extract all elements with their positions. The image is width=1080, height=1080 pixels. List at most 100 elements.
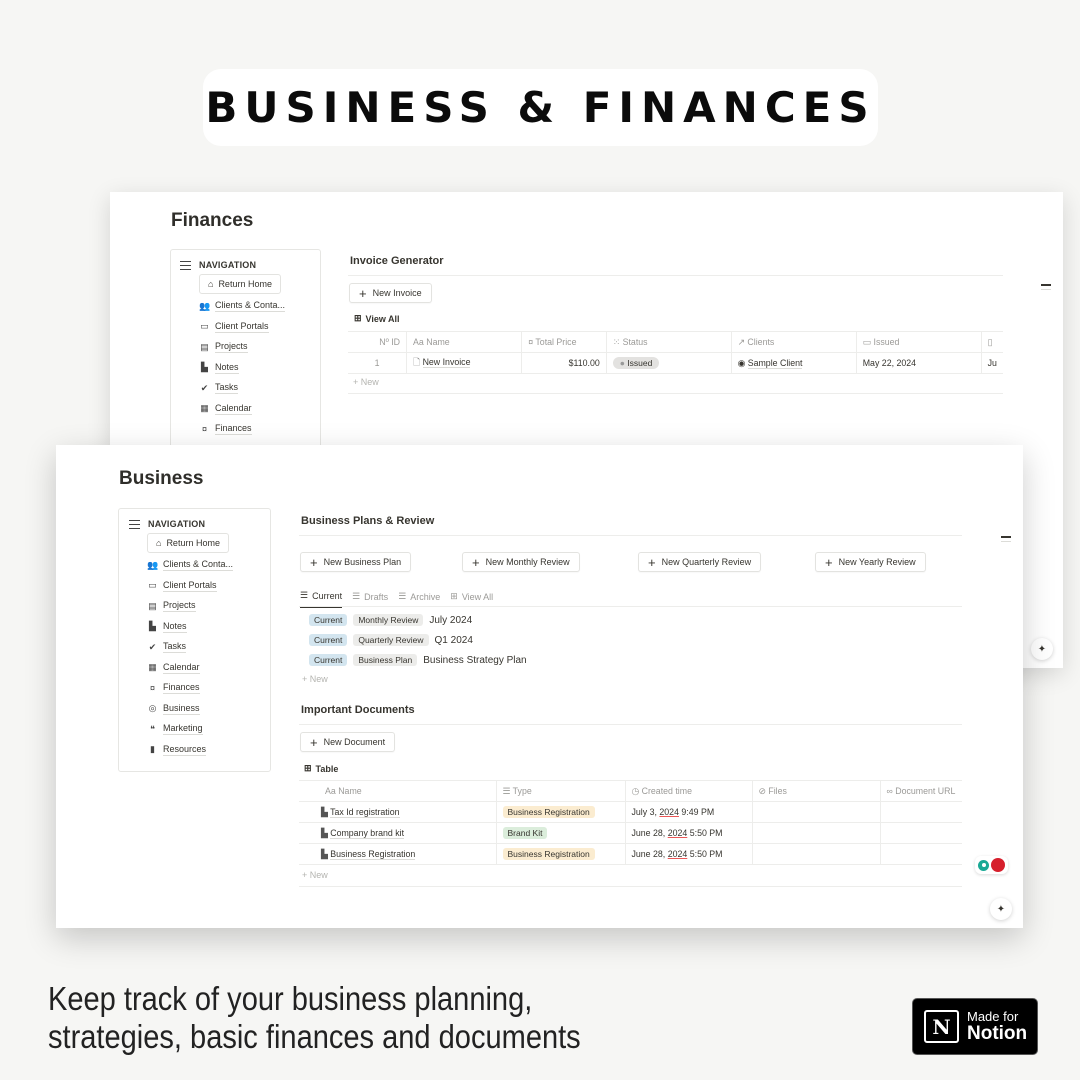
table-row[interactable]: ▙ Business Registration Business Registra… [299, 843, 962, 865]
sidebar-item-label: Client Portals [163, 579, 217, 592]
column-header-status[interactable]: ⁙ Status [606, 331, 732, 353]
new-business-plan-button[interactable]: + New Business Plan [300, 552, 412, 572]
column-header-files[interactable]: ⊘ Files [752, 780, 881, 802]
new-yearly-review-button[interactable]: + New Yearly Review [815, 552, 926, 572]
list-item[interactable]: Current Quarterly Review Q1 2024 [309, 634, 473, 646]
column-header-name[interactable]: Aa Name [406, 331, 523, 353]
cell-type[interactable]: Brand Kit [496, 822, 626, 844]
sidebar-item-finances[interactable]: ¤ Finances [199, 419, 320, 440]
new-monthly-review-button[interactable]: + New Monthly Review [462, 552, 580, 572]
cell-type[interactable]: Business Registration [496, 801, 626, 823]
created-year: 2024 [667, 849, 688, 859]
return-home-button[interactable]: ⌂ Return Home [147, 533, 229, 553]
sidebar-item-projects[interactable]: ▤ Projects [147, 596, 270, 617]
ai-sparkle-button[interactable]: ✦ [990, 898, 1012, 920]
cell-status[interactable]: ● Issued [606, 352, 732, 374]
sidebar-item-clients-conta[interactable]: 👥 Clients & Conta... [147, 555, 270, 576]
status-label: Issued [627, 358, 653, 368]
sidebar-item-projects[interactable]: ▤ Projects [199, 337, 320, 358]
calendar-icon: ▦ [148, 662, 157, 673]
column-header-due[interactable]: ▯ [981, 331, 1003, 353]
extension-icon[interactable] [991, 858, 1005, 872]
list-icon: ☰ [352, 591, 361, 601]
column-header-name[interactable]: Aa Name [299, 780, 497, 802]
cell-name[interactable]: 🗋 New Invoice [406, 352, 523, 374]
cell-name[interactable]: ▙ Tax Id registration [299, 801, 497, 823]
return-home-button[interactable]: ⌂ Return Home [199, 274, 281, 294]
tagline-line-1: Keep track of your business planning, [48, 980, 533, 1017]
sidebar-item-marketing[interactable]: ❝ Marketing [147, 719, 270, 740]
plus-icon: + [302, 674, 310, 684]
new-document-button[interactable]: + New Document [300, 732, 396, 752]
menu-icon [129, 519, 140, 529]
sidebar-item-calendar[interactable]: ▦ Calendar [147, 658, 270, 679]
new-item-button[interactable]: + New [302, 674, 328, 684]
column-header-id[interactable]: Nº ID [348, 331, 408, 353]
table-icon: ⊞ [354, 313, 362, 323]
tagline: Keep track of your business planning, st… [48, 980, 581, 1056]
tab-label: Current [312, 590, 343, 601]
cell-name[interactable]: ▙ Business Registration [299, 843, 497, 865]
sidebar-item-tasks[interactable]: ✔ Tasks [147, 637, 270, 658]
column-header-document-url[interactable]: ∞ Document URL [880, 780, 962, 802]
cell-type[interactable]: Business Registration [496, 843, 626, 865]
cell-files[interactable] [752, 822, 881, 844]
new-invoice-label: New Invoice [372, 288, 422, 298]
plus-icon: + [648, 554, 656, 570]
new-quarterly-review-button[interactable]: + New Quarterly Review [638, 552, 762, 572]
cell-due: Ju [981, 352, 1003, 374]
badge-line-1: Made for [967, 1009, 1019, 1024]
column-header-type[interactable]: ☰ Type [496, 780, 626, 802]
sidebar-item-label: Notes [215, 361, 239, 374]
divider [299, 606, 962, 607]
cell-client[interactable]: ◉ Sample Client [731, 352, 857, 374]
column-header-clients[interactable]: ↗ Clients [731, 331, 857, 353]
target-icon: ◎ [148, 703, 157, 714]
view-all-tab[interactable]: ⊞ View All [354, 313, 400, 324]
document-icon: ▙ [321, 827, 331, 838]
cell-document-url[interactable] [880, 822, 962, 844]
cell-files[interactable] [752, 801, 881, 823]
sidebar-item-resources[interactable]: ▮ Resources [147, 740, 270, 761]
column-header-created-time[interactable]: ◷ Created time [625, 780, 753, 802]
column-label: Type [512, 785, 532, 796]
table-of-contents-icon[interactable] [1001, 536, 1011, 541]
sidebar-item-calendar[interactable]: ▦ Calendar [199, 399, 320, 420]
menu-icon [180, 260, 191, 270]
list-item[interactable]: Current Business Plan Business Strategy … [309, 654, 527, 666]
table-row[interactable]: ▙ Company brand kit Brand Kit June 28, 202… [299, 822, 962, 844]
sidebar-item-business[interactable]: ◎ Business [147, 699, 270, 720]
table-of-contents-icon[interactable] [1041, 284, 1051, 289]
sidebar-item-notes[interactable]: ▙ Notes [199, 358, 320, 379]
cell-document-url[interactable] [880, 843, 962, 865]
page-title: Business [119, 468, 204, 489]
table-row[interactable]: ▙ Tax Id registration Business Registrati… [299, 801, 962, 823]
plus-icon: + [472, 554, 480, 570]
navigation-title: NAVIGATION [148, 519, 206, 529]
ai-sparkle-button[interactable]: ✦ [1031, 638, 1053, 660]
extension-badges[interactable] [975, 856, 1008, 874]
button-label: New Monthly Review [485, 557, 570, 567]
status-badge: ● Issued [612, 357, 660, 369]
new-row-button[interactable]: + New [302, 870, 328, 880]
grammar-extension-icon[interactable] [978, 859, 989, 871]
table-view-tab[interactable]: ⊞ Table [304, 763, 338, 774]
table-row[interactable]: 1 🗋 New Invoice $110.00 ● Issued ◉ Sampl… [348, 352, 1003, 374]
sidebar-item-client-portals[interactable]: ▭ Client Portals [199, 317, 320, 338]
new-row-button[interactable]: + New [353, 377, 379, 387]
column-header-total-price[interactable]: ¤ Total Price [521, 331, 607, 353]
document-icon: ▙ [321, 848, 331, 859]
sidebar-item-client-portals[interactable]: ▭ Client Portals [147, 576, 270, 597]
new-invoice-button[interactable]: + New Invoice [349, 283, 432, 303]
sidebar-item-notes[interactable]: ▙ Notes [147, 617, 270, 638]
cell-files[interactable] [752, 843, 881, 865]
cell-created-time: June 28, 2024 5:50 PM [625, 822, 753, 844]
sidebar-item-clients-conta[interactable]: 👥 Clients & Conta... [199, 296, 320, 317]
sidebar-item-tasks[interactable]: ✔ Tasks [199, 378, 320, 399]
document-icon: ▙ [201, 362, 208, 373]
cell-name[interactable]: ▙ Company brand kit [299, 822, 497, 844]
column-header-issued[interactable]: ▭ Issued [856, 331, 982, 353]
sidebar-item-finances[interactable]: ¤ Finances [147, 678, 270, 699]
list-item[interactable]: Current Monthly Review July 2024 [309, 614, 472, 626]
cell-document-url[interactable] [880, 801, 962, 823]
